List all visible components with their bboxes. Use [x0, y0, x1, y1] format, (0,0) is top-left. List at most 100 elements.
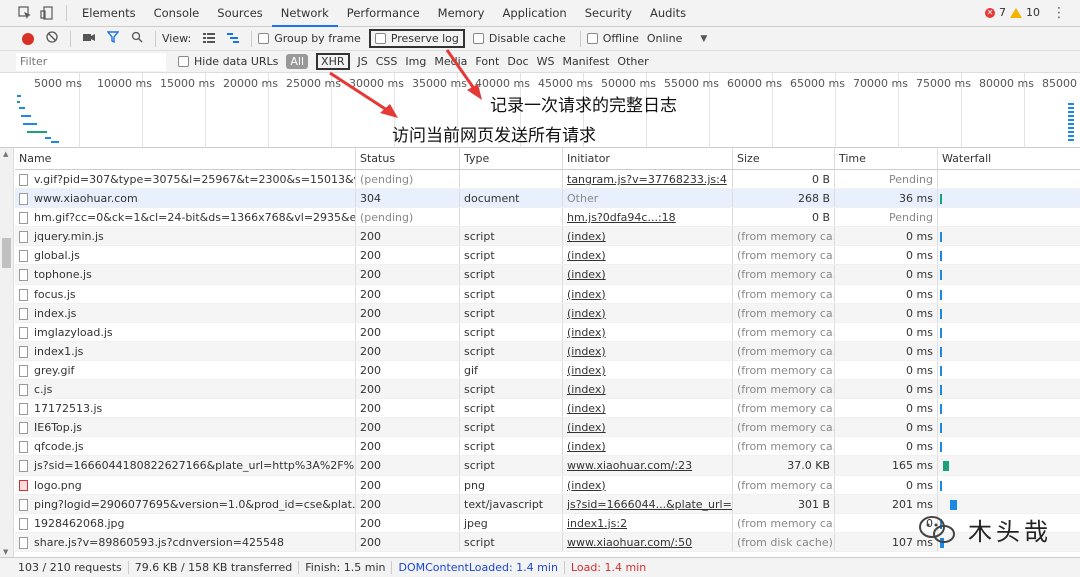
filter-type-manifest[interactable]: Manifest — [562, 55, 609, 68]
cell-initiator[interactable]: index1.js:2 — [563, 513, 733, 532]
cell-initiator[interactable]: (index) — [563, 265, 733, 284]
request-name[interactable]: jquery.min.js — [34, 230, 104, 243]
filter-type-xhr[interactable]: XHR — [316, 53, 350, 70]
tab-audits[interactable]: Audits — [641, 0, 695, 27]
tab-sources[interactable]: Sources — [208, 0, 272, 27]
request-name[interactable]: v.gif?pid=307&type=3075&l=25967&t=2300&s… — [34, 173, 355, 186]
checkbox-box[interactable] — [586, 33, 598, 44]
cell-initiator[interactable]: js?sid=1666044...&plate_url=htt... — [563, 494, 733, 513]
column-header-waterfall[interactable]: Waterfall — [938, 148, 1080, 169]
cell-initiator[interactable]: (index) — [563, 322, 733, 341]
cell-initiator[interactable]: hm.js?0dfa94c...:18 — [563, 208, 733, 227]
request-name[interactable]: 17172513.js — [34, 402, 102, 415]
filter-type-js[interactable]: JS — [358, 55, 368, 68]
table-row[interactable]: js?sid=1666044180822627166&plate_url=htt… — [15, 456, 1080, 476]
initiator-link[interactable]: index1.js:2 — [567, 517, 627, 530]
table-row[interactable]: grey.gif 200 gif (index) (from memory ca... 0… — [15, 360, 1080, 381]
request-name[interactable]: ping?logid=2906077695&version=1.0&prod_i… — [34, 498, 355, 511]
cell-initiator[interactable]: (index) — [563, 284, 733, 303]
checkbox-box[interactable] — [472, 33, 484, 44]
initiator-link[interactable]: (index) — [567, 479, 606, 492]
tab-memory[interactable]: Memory — [429, 0, 494, 27]
initiator-link[interactable]: www.xiaohuar.com/:50 — [567, 536, 692, 549]
cell-initiator[interactable]: (index) — [563, 227, 733, 246]
cell-initiator[interactable]: (index) — [563, 437, 733, 456]
request-name[interactable]: global.js — [34, 249, 80, 262]
table-row[interactable]: c.js 200 script (index) (from memory ca... 0 … — [15, 380, 1080, 400]
table-row[interactable]: focus.js 200 script (index) (from memory ca.… — [15, 284, 1080, 304]
cell-initiator[interactable]: (index) — [563, 399, 733, 418]
request-name[interactable]: qfcode.js — [34, 440, 84, 453]
filter-type-img[interactable]: Img — [405, 55, 426, 68]
column-header-size[interactable]: Size — [733, 148, 835, 169]
initiator-link[interactable]: tangram.js?v=37768233.js:4 — [567, 173, 727, 186]
throttle-select[interactable]: Online — [647, 32, 682, 45]
cell-initiator[interactable]: tangram.js?v=37768233.js:4 — [563, 170, 733, 189]
offline-checkbox[interactable]: Offline — [586, 32, 639, 45]
initiator-link[interactable]: js?sid=1666044...&plate_url=htt... — [567, 498, 732, 511]
initiator-link[interactable]: (index) — [567, 402, 606, 415]
table-row[interactable]: index.js 200 script (index) (from memory ca.… — [15, 303, 1080, 323]
initiator-link[interactable]: (index) — [567, 307, 606, 320]
disable-cache-checkbox[interactable]: Disable cache — [472, 32, 566, 45]
request-name[interactable]: 1928462068.jpg — [34, 517, 125, 530]
column-header-status[interactable]: Status — [356, 148, 460, 169]
checkbox-box[interactable] — [258, 33, 270, 44]
cell-initiator[interactable]: (index) — [563, 360, 733, 380]
cell-initiator[interactable]: (index) — [563, 475, 733, 494]
request-name[interactable]: tophone.js — [34, 268, 92, 281]
scroll-down-icon[interactable]: ▼ — [3, 548, 8, 556]
search-icon[interactable] — [125, 31, 149, 46]
preserve-log-checkbox[interactable]: Preserve log — [368, 29, 465, 48]
scroll-up-icon[interactable]: ▲ — [3, 150, 8, 158]
table-row[interactable]: tophone.js 200 script (index) (from memory c… — [15, 265, 1080, 285]
group-by-frame-checkbox[interactable]: Group by frame — [258, 32, 361, 45]
request-name[interactable]: index1.js — [34, 345, 83, 358]
request-name[interactable]: c.js — [34, 383, 52, 396]
column-header-name[interactable]: Name — [15, 148, 356, 169]
request-name[interactable]: focus.js — [34, 288, 76, 301]
issue-counters[interactable]: ✕ 7 10 ⋮ — [985, 6, 1066, 20]
column-header-time[interactable]: Time — [835, 148, 938, 169]
chevron-down-icon[interactable]: ▼ — [700, 34, 707, 44]
cell-initiator[interactable]: (index) — [563, 380, 733, 399]
table-row[interactable]: logo.png 200 png (index) (from memory ca... 0… — [15, 475, 1080, 495]
filter-type-all[interactable]: All — [286, 54, 309, 69]
table-row[interactable]: v.gif?pid=307&type=3075&l=25967&t=2300&s… — [15, 170, 1080, 190]
initiator-link[interactable]: (index) — [567, 288, 606, 301]
request-name[interactable]: hm.gif?cc=0&ck=1&cl=24-bit&ds=1366x768&v… — [34, 211, 355, 224]
request-name[interactable]: logo.png — [34, 479, 82, 492]
initiator-link[interactable]: (index) — [567, 249, 606, 262]
initiator-link[interactable]: www.xiaohuar.com/:23 — [567, 459, 692, 472]
table-row[interactable]: global.js 200 script (index) (from memory ca… — [15, 246, 1080, 266]
table-row[interactable]: jquery.min.js 200 script (index) (from memor… — [15, 227, 1080, 247]
more-options-icon[interactable]: ⋮ — [1052, 6, 1066, 20]
capture-screenshots-icon[interactable] — [77, 31, 101, 46]
scrollbar-thumb[interactable] — [2, 238, 11, 268]
filter-input[interactable] — [16, 52, 166, 71]
cell-initiator[interactable]: (index) — [563, 341, 733, 360]
tab-console[interactable]: Console — [145, 0, 209, 27]
filter-type-doc[interactable]: Doc — [507, 55, 528, 68]
record-button[interactable] — [22, 32, 34, 45]
column-header-type[interactable]: Type — [460, 148, 563, 169]
hide-data-urls-checkbox[interactable]: Hide data URLs — [178, 55, 278, 68]
tab-elements[interactable]: Elements — [73, 0, 145, 27]
cell-initiator[interactable]: www.xiaohuar.com/:50 — [563, 532, 733, 551]
table-row[interactable]: IE6Top.js 200 script (index) (from memory ca… — [15, 418, 1080, 438]
initiator-link[interactable]: (index) — [567, 268, 606, 281]
request-name[interactable]: js?sid=1666044180822627166&plate_url=htt… — [34, 459, 355, 472]
cell-initiator[interactable]: (index) — [563, 303, 733, 322]
initiator-link[interactable]: (index) — [567, 364, 606, 377]
initiator-link[interactable]: (index) — [567, 383, 606, 396]
initiator-link[interactable]: hm.js?0dfa94c...:18 — [567, 211, 676, 224]
device-toolbar-icon[interactable] — [36, 0, 58, 27]
table-row[interactable]: 17172513.js 200 script (index) (from memory … — [15, 399, 1080, 419]
scrollbar[interactable]: ▲ ▼ — [0, 148, 14, 558]
filter-type-css[interactable]: CSS — [376, 55, 398, 68]
cell-initiator[interactable]: (index) — [563, 418, 733, 437]
filter-icon[interactable] — [101, 31, 125, 46]
cell-initiator[interactable]: (index) — [563, 246, 733, 265]
clear-icon[interactable] — [40, 31, 64, 46]
initiator-link[interactable]: (index) — [567, 345, 606, 358]
